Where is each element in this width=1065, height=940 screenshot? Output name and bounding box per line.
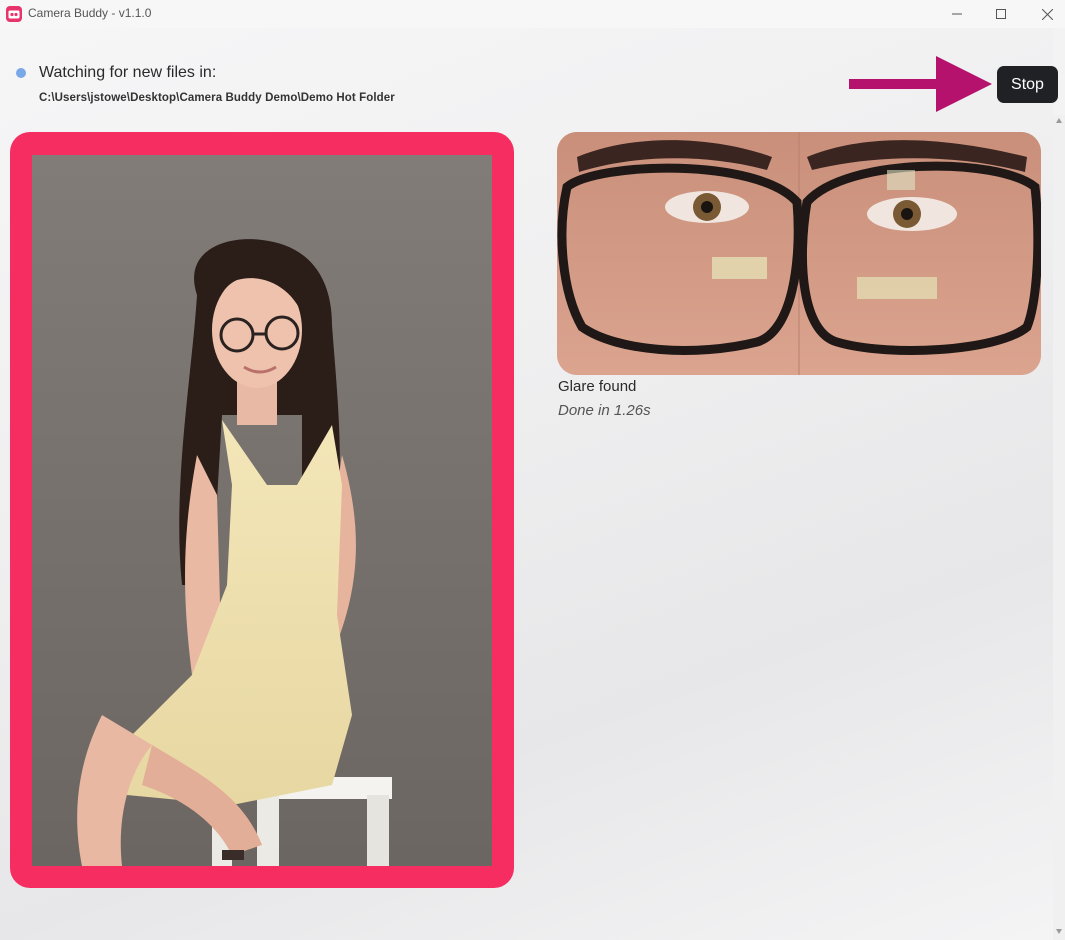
minimize-icon xyxy=(952,13,962,15)
maximize-button[interactable] xyxy=(978,0,1024,28)
scroll-up-icon[interactable] xyxy=(1055,117,1063,125)
hot-folder-path: C:\Users\jstowe\Desktop\Camera Buddy Dem… xyxy=(39,92,395,104)
watching-label: Watching for new files in: xyxy=(39,64,217,81)
stop-button[interactable]: Stop xyxy=(997,66,1058,103)
glare-detail-crop[interactable] xyxy=(557,132,1041,375)
portrait-photo[interactable] xyxy=(32,155,492,866)
title-bar: Camera Buddy - v1.1.0 xyxy=(0,0,1065,28)
close-window-button[interactable] xyxy=(1024,0,1065,28)
annotation-arrow-icon xyxy=(849,56,992,112)
close-icon xyxy=(1041,8,1053,20)
window-title: Camera Buddy - v1.1.0 xyxy=(28,6,152,20)
glare-status-label: Glare found xyxy=(558,378,637,395)
maximize-icon xyxy=(996,9,1006,19)
flagged-photo-frame[interactable] xyxy=(10,132,514,888)
minimize-button[interactable] xyxy=(934,0,980,28)
app-logo-icon xyxy=(6,6,22,22)
glare-detail-image xyxy=(557,132,1041,375)
processing-time-label: Done in 1.26s xyxy=(558,402,651,419)
scroll-down-icon[interactable] xyxy=(1055,927,1063,935)
vertical-scrollbar[interactable] xyxy=(1053,115,1065,940)
watching-status-dot xyxy=(16,68,26,78)
portrait-photo-image xyxy=(32,155,492,866)
